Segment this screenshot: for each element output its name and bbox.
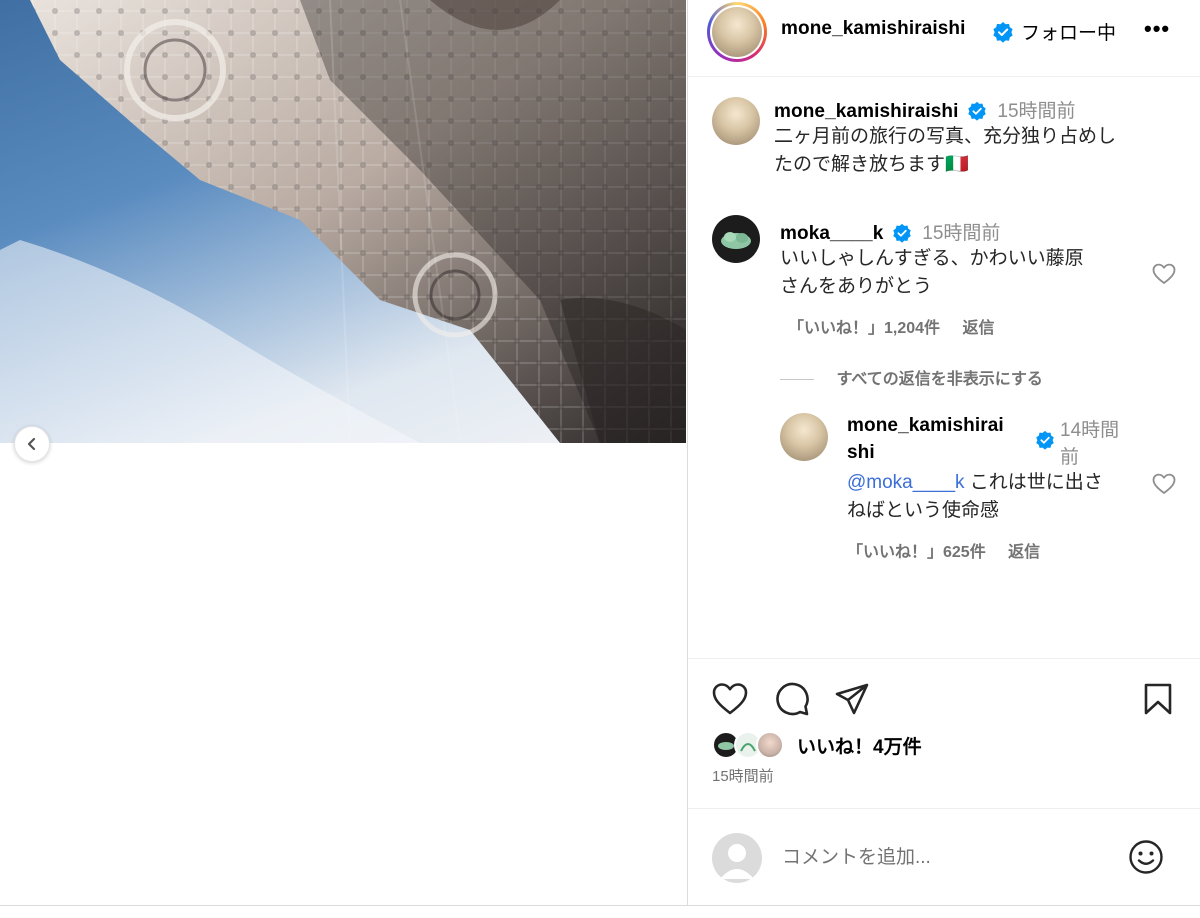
post-photo-cathedral[interactable] xyxy=(0,0,686,443)
like-post-heart-icon[interactable] xyxy=(712,682,748,716)
like-comment-heart-icon[interactable] xyxy=(1152,263,1176,285)
comments-list: mone_kamishiraishi 15時間前 二ヶ月前の旅行の写真、充分独り… xyxy=(688,78,1200,658)
comment-icon[interactable] xyxy=(774,681,810,717)
reply-username-line-1[interactable]: mone_kamishirai xyxy=(847,415,1004,437)
like-reply-heart-icon[interactable] xyxy=(1152,473,1176,495)
post-media xyxy=(0,0,687,905)
verified-icon xyxy=(993,22,1013,43)
post-side-panel: mone_kamishiraishi フォロー中 ••• mone_kamish… xyxy=(688,0,1200,905)
verified-icon xyxy=(893,223,911,243)
reply-button[interactable]: 返信 xyxy=(963,320,995,337)
reply-time-line-1: 14時間 xyxy=(1060,420,1120,441)
actions-separator xyxy=(688,658,1200,659)
avatar-image xyxy=(721,232,751,249)
verified-icon xyxy=(1036,430,1054,450)
caption-time: 15時間前 xyxy=(997,101,1076,122)
caption-username[interactable]: mone_kamishiraishi xyxy=(774,101,959,122)
author-username[interactable]: mone_kamishiraishi xyxy=(781,18,966,40)
hide-replies-label: すべての返信を非表示にする xyxy=(836,371,1043,388)
reply-time-line-2: 前 xyxy=(1060,447,1080,468)
reply-reply-button[interactable]: 返信 xyxy=(1008,544,1040,561)
caption-avatar[interactable] xyxy=(712,97,760,145)
caption-text-line-2: たので解き放ちます🇮🇹 xyxy=(774,154,969,175)
comment-likes-count[interactable]: 「いいね！」1,204件 xyxy=(788,320,940,337)
likes-count[interactable]: いいね！4万件 xyxy=(797,732,922,759)
comment-box-separator xyxy=(688,808,1200,809)
replies-line xyxy=(780,379,814,381)
avatar xyxy=(756,731,784,759)
reply-text-line-2: ねばという使命感 xyxy=(847,500,1000,521)
author-avatar-ring[interactable] xyxy=(707,2,767,62)
hide-replies-toggle[interactable]: すべての返信を非表示にする xyxy=(780,365,1043,389)
avatar xyxy=(712,7,762,57)
follow-status-button[interactable]: フォロー中 xyxy=(1021,18,1116,45)
reply-likes-count[interactable]: 「いいね！」625件 xyxy=(847,544,986,561)
bottom-border xyxy=(0,905,1200,906)
commenter-username[interactable]: moka____k xyxy=(780,223,883,244)
default-user-icon xyxy=(720,844,754,879)
emoji-icon[interactable] xyxy=(1128,839,1164,875)
reply-username-line-2[interactable]: shi xyxy=(847,442,875,464)
chevron-left-icon xyxy=(27,437,36,451)
comment-text-line-2: さんをありがとう xyxy=(780,276,933,297)
comment-text-line-1: いいしゃしんすぎる、かわいい藤原 xyxy=(780,248,1084,269)
bookmark-icon[interactable] xyxy=(1143,682,1173,716)
verified-icon xyxy=(968,101,986,121)
reply-text-line-1: これは世に出さ xyxy=(964,472,1103,493)
post-timestamp[interactable]: 15時間前 xyxy=(712,765,774,786)
reply-mention-link[interactable]: @moka____k xyxy=(847,472,965,493)
liked-by-avatars[interactable] xyxy=(712,731,792,761)
current-user-avatar xyxy=(712,833,762,883)
cathedral-illustration xyxy=(0,0,686,443)
reply-avatar[interactable] xyxy=(780,413,828,461)
commenter-avatar[interactable] xyxy=(712,215,760,263)
share-icon[interactable] xyxy=(834,682,870,716)
more-options-button[interactable]: ••• xyxy=(1144,16,1170,42)
comment-time: 15時間前 xyxy=(922,223,1001,244)
previous-photo-button[interactable] xyxy=(14,426,50,462)
caption-text-line-1: 二ヶ月前の旅行の写真、充分独り占めし xyxy=(774,126,1117,147)
comment-input[interactable] xyxy=(782,843,1112,873)
post-header: mone_kamishiraishi フォロー中 ••• xyxy=(688,0,1200,77)
